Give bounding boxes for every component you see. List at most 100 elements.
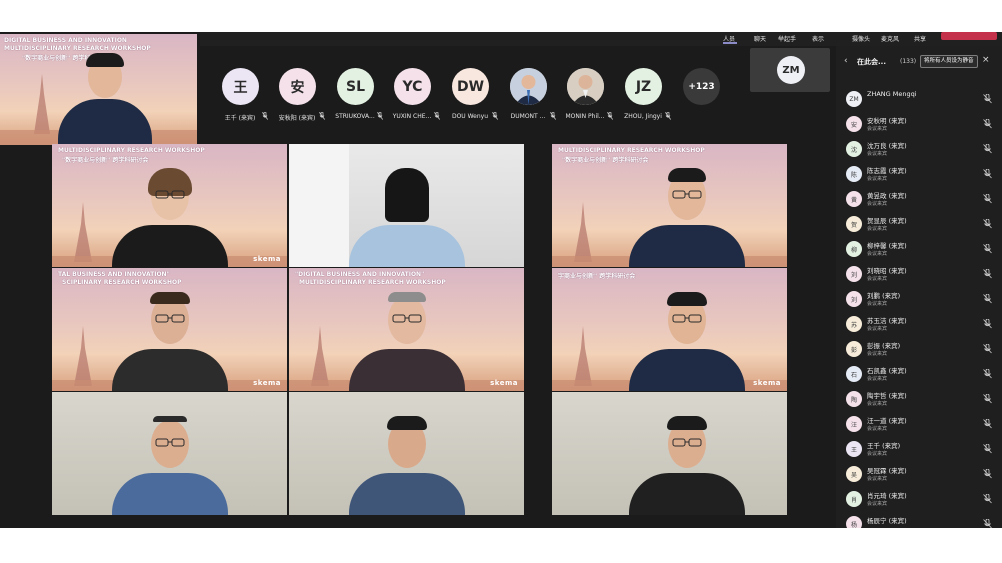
participant-name: YUXIN CHE... <box>392 113 432 120</box>
video-tile[interactable] <box>52 392 287 515</box>
participant-avatar: 汪 <box>846 416 862 432</box>
glasses-icon <box>672 190 702 199</box>
participant-hair <box>667 292 707 306</box>
participant-name: 安秋明 (来宾) <box>867 117 907 125</box>
mic-muted-icon[interactable] <box>983 169 992 179</box>
mic-muted-icon[interactable] <box>983 369 992 379</box>
participant-avatar: 苏 <box>846 316 862 332</box>
mic-muted-icon[interactable] <box>983 444 992 454</box>
video-tile[interactable]: MULTIDISCIPLINARY RESEARCH WORKSHOP "数字商业… <box>52 144 287 267</box>
glasses-icon <box>155 438 185 447</box>
participant-role: 会议来宾 <box>867 476 888 482</box>
mic-muted-icon[interactable] <box>983 494 992 504</box>
participant-avatar: 彭 <box>846 341 862 357</box>
participant-name: 王千 (来宾) <box>867 442 901 450</box>
back-icon[interactable]: ‹ <box>844 56 848 66</box>
video-tile[interactable]: "DIGITAL BUSINESS AND INNOVATION" MULTIDI… <box>289 268 524 391</box>
active-speaker-preview[interactable]: DIGITAL BUSINESS AND INNOVATION MULTIDIS… <box>0 34 197 145</box>
mic-muted-icon[interactable] <box>983 519 992 528</box>
participant-role: 会议来宾 <box>867 501 888 507</box>
participant-row[interactable]: 陈陈志霞 (来宾) 会议来宾 <box>836 163 1002 188</box>
participant-row[interactable]: 沈沈万良 (来宾) 会议来宾 <box>836 138 1002 163</box>
participant-row[interactable]: 安安秋明 (来宾) 会议来宾 <box>836 113 1002 138</box>
participant-row[interactable]: 吴吴冠霖 (来宾) 会议来宾 <box>836 463 1002 488</box>
mic-muted-icon[interactable] <box>983 269 992 279</box>
participant-hair <box>153 416 187 422</box>
glasses-icon <box>155 314 185 323</box>
meeting-toolbar: 人员 聊天 举起手 表示 摄像头 麦克风 共享 <box>200 32 1002 46</box>
mic-muted-icon[interactable] <box>983 394 992 404</box>
mic-muted-icon[interactable] <box>983 219 992 229</box>
participant-row[interactable]: 刘刘鹏 (来宾) 会议来宾 <box>836 288 1002 313</box>
participant-body <box>629 473 745 515</box>
participant-avatar: 沈 <box>846 141 862 157</box>
participant-row[interactable]: 刘刘晓昭 (来宾) 会议来宾 <box>836 263 1002 288</box>
mic-muted-icon[interactable] <box>983 119 992 129</box>
participant-row[interactable]: 汪汪一道 (来宾) 会议来宾 <box>836 413 1002 438</box>
chat-button[interactable]: 聊天 <box>754 34 766 43</box>
teams-meeting-window: 人员 聊天 举起手 表示 摄像头 麦克风 共享 DIGITAL BUSINESS… <box>0 32 1002 528</box>
share-button[interactable]: 共享 <box>914 34 926 43</box>
participant-role: 会议来宾 <box>867 126 888 132</box>
participant-name: 苏玉洁 (来宾) <box>867 317 907 325</box>
mic-muted-icon[interactable] <box>983 244 992 254</box>
camera-button[interactable]: 摄像头 <box>852 34 870 43</box>
participants-panel-header: ‹ 在此会... (133) 将所有人员设为静音 × <box>836 52 1002 76</box>
participant-hair <box>667 416 707 430</box>
participant-row[interactable]: 黄黄昱政 (来宾) 会议来宾 <box>836 188 1002 213</box>
video-tile[interactable] <box>289 392 524 515</box>
video-tile[interactable] <box>552 392 787 515</box>
participant-role: 会议来宾 <box>867 326 888 332</box>
participant-name: 沈万良 (来宾) <box>867 142 907 150</box>
mic-muted-icon[interactable] <box>983 94 992 104</box>
participant-row[interactable]: 柳柳梓馨 (来宾) 会议来宾 <box>836 238 1002 263</box>
participant-row[interactable]: 贺贺显辰 (来宾) 会议来宾 <box>836 213 1002 238</box>
participant-avatar: ZM <box>846 91 862 107</box>
tile-banner-text: MULTIDISCIPLINARY RESEARCH WORKSHOP <box>58 147 205 154</box>
close-icon[interactable]: × <box>982 55 990 65</box>
self-video-tile[interactable]: ZM <box>750 48 830 92</box>
participant-role: 会议来宾 <box>867 201 888 207</box>
participant-role: 会议来宾 <box>867 426 888 432</box>
participant-avatar: 黄 <box>846 191 862 207</box>
participant-body <box>349 225 465 267</box>
active-tab-indicator <box>723 42 737 44</box>
participant-row[interactable]: 苏苏玉洁 (来宾) 会议来宾 <box>836 313 1002 338</box>
participant-row[interactable]: 王王千 (来宾) 会议来宾 <box>836 438 1002 463</box>
video-tile[interactable]: MULTIDISCIPLINARY RESEARCH WORKSHOP "数字商业… <box>552 144 787 267</box>
mic-muted-icon[interactable] <box>983 319 992 329</box>
person-photo-icon <box>567 68 604 105</box>
participant-photo-avatar <box>510 68 547 105</box>
reactions-button[interactable]: 表示 <box>812 34 824 43</box>
raise-hand-button[interactable]: 举起手 <box>778 34 796 43</box>
mic-muted-icon[interactable] <box>983 419 992 429</box>
tile-banner-subtext: "数字商业与创新" 跨学科研讨会 <box>62 157 149 164</box>
mic-muted-icon[interactable] <box>983 294 992 304</box>
participant-row[interactable]: ZM ZHANG Mengqi <box>836 88 1002 113</box>
mic-button[interactable]: 麦克风 <box>881 34 899 43</box>
video-tile[interactable] <box>289 144 524 267</box>
participant-body <box>349 349 465 391</box>
mic-muted-icon[interactable] <box>983 194 992 204</box>
glasses-icon <box>672 314 702 323</box>
video-tile[interactable]: 字商业与创新" 跨学科研讨会 skema <box>552 268 787 391</box>
video-tile[interactable]: TAL BUSINESS AND INNOVATION" SCIPLINARY R… <box>52 268 287 391</box>
participant-name: 吴冠霖 (来宾) <box>867 467 907 475</box>
participant-row[interactable]: 肖肖元琦 (来宾) 会议来宾 <box>836 488 1002 513</box>
participant-avatar: 陶 <box>846 391 862 407</box>
participant-avatar: 安 <box>279 68 316 105</box>
participant-avatar: JZ <box>625 68 662 105</box>
participant-role: 会议来宾 <box>867 226 888 232</box>
participant-row[interactable]: 彭彭振 (来宾) 会议来宾 <box>836 338 1002 363</box>
participant-row[interactable]: 杨杨辰宁 (来宾) <box>836 513 1002 528</box>
participant-role: 会议来宾 <box>867 376 888 382</box>
participant-row[interactable]: 石石凯鑫 (来宾) 会议来宾 <box>836 363 1002 388</box>
mic-muted-icon[interactable] <box>983 469 992 479</box>
participant-role: 会议来宾 <box>867 451 888 457</box>
participant-row[interactable]: 陶陶宇哲 (来宾) 会议来宾 <box>836 388 1002 413</box>
mute-all-button[interactable]: 将所有人员设为静音 <box>920 55 978 68</box>
leave-button[interactable] <box>941 32 997 40</box>
mic-muted-icon[interactable] <box>983 344 992 354</box>
participant-avatar: 陈 <box>846 166 862 182</box>
mic-muted-icon[interactable] <box>983 144 992 154</box>
